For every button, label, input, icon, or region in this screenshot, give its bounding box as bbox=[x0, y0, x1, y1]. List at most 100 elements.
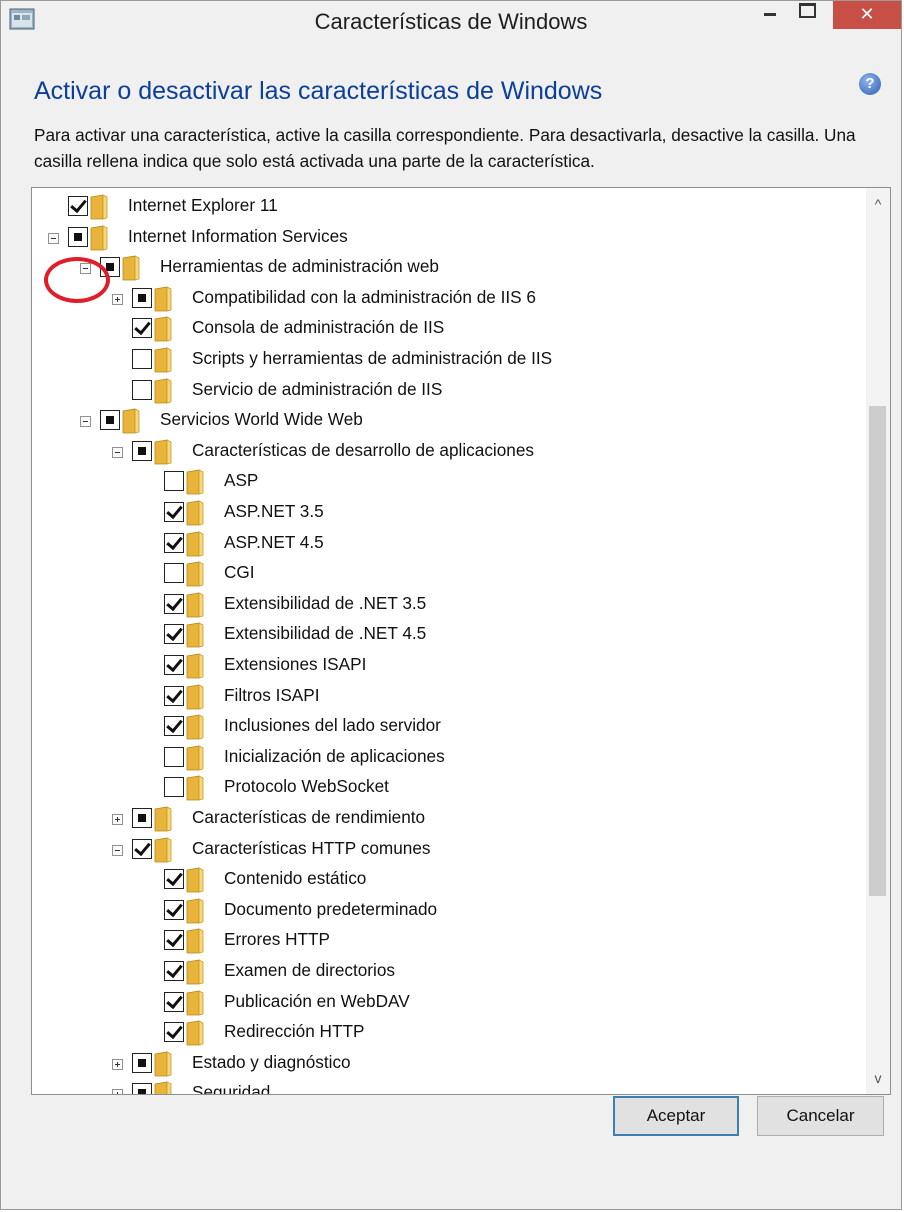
cancel-button[interactable]: Cancelar bbox=[757, 1096, 884, 1136]
feature-checkbox[interactable] bbox=[164, 655, 184, 675]
feature-checkbox[interactable] bbox=[164, 624, 184, 645]
tree-item[interactable]: ASP.NET 4.5 bbox=[32, 529, 862, 559]
feature-checkbox[interactable] bbox=[132, 379, 152, 400]
tree-item[interactable]: Características de rendimiento bbox=[32, 804, 862, 834]
tree-item-label: Internet Explorer 11 bbox=[128, 195, 278, 215]
feature-checkbox[interactable] bbox=[132, 318, 152, 339]
tree-item[interactable]: Contenido estático bbox=[32, 865, 862, 895]
feature-checkbox[interactable] bbox=[164, 532, 184, 553]
tree-item[interactable]: ASP.NET 3.5 bbox=[32, 498, 862, 528]
feature-checkbox[interactable] bbox=[164, 685, 184, 706]
feature-checkbox[interactable] bbox=[164, 502, 184, 522]
collapse-icon[interactable] bbox=[112, 844, 123, 856]
ok-button[interactable]: Aceptar bbox=[613, 1096, 739, 1136]
tree-item[interactable]: Filtros ISAPI bbox=[32, 682, 862, 712]
title-bar[interactable]: Características de Windows ✕ bbox=[1, 1, 901, 43]
expand-icon[interactable] bbox=[112, 1089, 123, 1094]
collapse-icon[interactable] bbox=[112, 446, 123, 458]
scrollbar-thumb[interactable] bbox=[869, 406, 886, 896]
folder-icon bbox=[186, 500, 204, 526]
tree-item-label: ASP bbox=[224, 470, 259, 491]
tree-item[interactable]: Protocolo WebSocket bbox=[32, 773, 862, 803]
tree-item-label: Scripts y herramientas de administración… bbox=[192, 348, 553, 368]
folder-icon bbox=[186, 1020, 204, 1046]
folder-icon bbox=[186, 622, 204, 648]
feature-checkbox[interactable] bbox=[132, 1052, 152, 1073]
tree-item-label: Redirección HTTP bbox=[224, 1021, 365, 1042]
maximize-button[interactable] bbox=[791, 1, 823, 29]
tree-item[interactable]: Extensiones ISAPI bbox=[32, 651, 862, 681]
collapse-icon[interactable] bbox=[48, 232, 59, 244]
feature-checkbox[interactable] bbox=[132, 287, 152, 308]
tree-item[interactable]: Documento predeterminado bbox=[32, 896, 862, 926]
feature-checkbox[interactable] bbox=[132, 1083, 152, 1094]
feature-checkbox[interactable] bbox=[164, 777, 184, 798]
tree-item[interactable]: Consola de administración de IIS bbox=[32, 314, 862, 344]
folder-icon bbox=[186, 775, 204, 801]
feature-checkbox[interactable] bbox=[68, 196, 88, 216]
feature-checkbox[interactable] bbox=[132, 349, 152, 369]
tree-item[interactable]: Errores HTTP bbox=[32, 926, 862, 956]
feature-checkbox[interactable] bbox=[164, 593, 184, 614]
tree-item[interactable]: Herramientas de administración web bbox=[32, 253, 862, 283]
tree-item-label: Características HTTP comunes bbox=[192, 837, 431, 858]
tree-item-label: Inclusiones del lado servidor bbox=[224, 715, 441, 736]
tree-item[interactable]: Inclusiones del lado servidor bbox=[32, 712, 862, 742]
tree-item[interactable]: Extensibilidad de .NET 3.5 bbox=[32, 590, 862, 620]
feature-checkbox[interactable] bbox=[164, 869, 184, 890]
folder-icon bbox=[154, 806, 172, 832]
tree-item[interactable]: Internet Explorer 11 bbox=[32, 192, 862, 222]
close-icon: ✕ bbox=[859, 4, 875, 24]
features-tree[interactable]: Servidor FTPSeguridadEstado y diagnóstic… bbox=[31, 187, 891, 1095]
tree-item[interactable]: Scripts y herramientas de administración… bbox=[32, 345, 862, 375]
expand-icon[interactable] bbox=[112, 814, 123, 825]
tree-item[interactable]: Inicialización de aplicaciones bbox=[32, 743, 862, 773]
tree-item[interactable]: CGI bbox=[32, 559, 862, 589]
collapse-icon[interactable] bbox=[80, 416, 91, 428]
minimize-button[interactable] bbox=[758, 1, 784, 29]
expand-icon[interactable] bbox=[112, 293, 123, 305]
feature-checkbox[interactable] bbox=[164, 1022, 184, 1043]
folder-icon bbox=[122, 255, 140, 281]
help-icon[interactable]: ? bbox=[859, 73, 881, 95]
close-button[interactable]: ✕ bbox=[833, 1, 901, 29]
tree-item[interactable]: Publicación en WebDAV bbox=[32, 988, 862, 1018]
feature-checkbox[interactable] bbox=[164, 899, 184, 920]
tree-item-label: Compatibilidad con la administración de … bbox=[192, 286, 536, 307]
dialog-content: Activar o desactivar las características… bbox=[1, 43, 901, 1209]
expand-icon[interactable] bbox=[112, 1058, 123, 1070]
folder-icon bbox=[154, 316, 172, 342]
tree-item[interactable]: Examen de directorios bbox=[32, 957, 862, 987]
tree-item[interactable]: Seguridad bbox=[32, 1079, 862, 1094]
tree-item[interactable]: Servicios World Wide Web bbox=[32, 406, 862, 436]
tree-item[interactable]: Extensibilidad de .NET 4.5 bbox=[32, 620, 862, 650]
feature-checkbox[interactable] bbox=[132, 808, 152, 828]
tree-item-label: Examen de directorios bbox=[224, 960, 396, 980]
feature-checkbox[interactable] bbox=[164, 961, 184, 981]
folder-icon bbox=[186, 530, 204, 557]
vertical-scrollbar[interactable]: ^ v bbox=[866, 188, 890, 1094]
scroll-up-icon[interactable]: ^ bbox=[866, 192, 890, 216]
feature-checkbox[interactable] bbox=[164, 716, 184, 737]
tree-item[interactable]: ASP bbox=[32, 467, 862, 497]
feature-checkbox[interactable] bbox=[164, 471, 184, 492]
folder-icon bbox=[154, 1081, 172, 1094]
tree-item[interactable]: Redirección HTTP bbox=[32, 1018, 862, 1048]
tree-item[interactable]: Características de desarrollo de aplicac… bbox=[32, 437, 862, 467]
scroll-down-icon[interactable]: v bbox=[866, 1066, 890, 1090]
feature-checkbox[interactable] bbox=[164, 563, 184, 584]
feature-checkbox[interactable] bbox=[68, 226, 88, 247]
tree-item-label: Herramientas de administración web bbox=[160, 256, 439, 277]
feature-checkbox[interactable] bbox=[100, 410, 120, 431]
feature-checkbox[interactable] bbox=[164, 746, 184, 767]
tree-item[interactable]: Estado y diagnóstico bbox=[32, 1049, 862, 1079]
tree-item-label: Características de desarrollo de aplicac… bbox=[192, 439, 535, 460]
feature-checkbox[interactable] bbox=[132, 838, 152, 859]
tree-item[interactable]: Servicio de administración de IIS bbox=[32, 376, 862, 406]
tree-item[interactable]: Características HTTP comunes bbox=[32, 835, 862, 865]
feature-checkbox[interactable] bbox=[132, 440, 152, 461]
tree-item[interactable]: Compatibilidad con la administración de … bbox=[32, 284, 862, 314]
feature-checkbox[interactable] bbox=[164, 991, 184, 1012]
tree-item[interactable]: Internet Information Services bbox=[32, 223, 862, 253]
feature-checkbox[interactable] bbox=[164, 930, 184, 951]
